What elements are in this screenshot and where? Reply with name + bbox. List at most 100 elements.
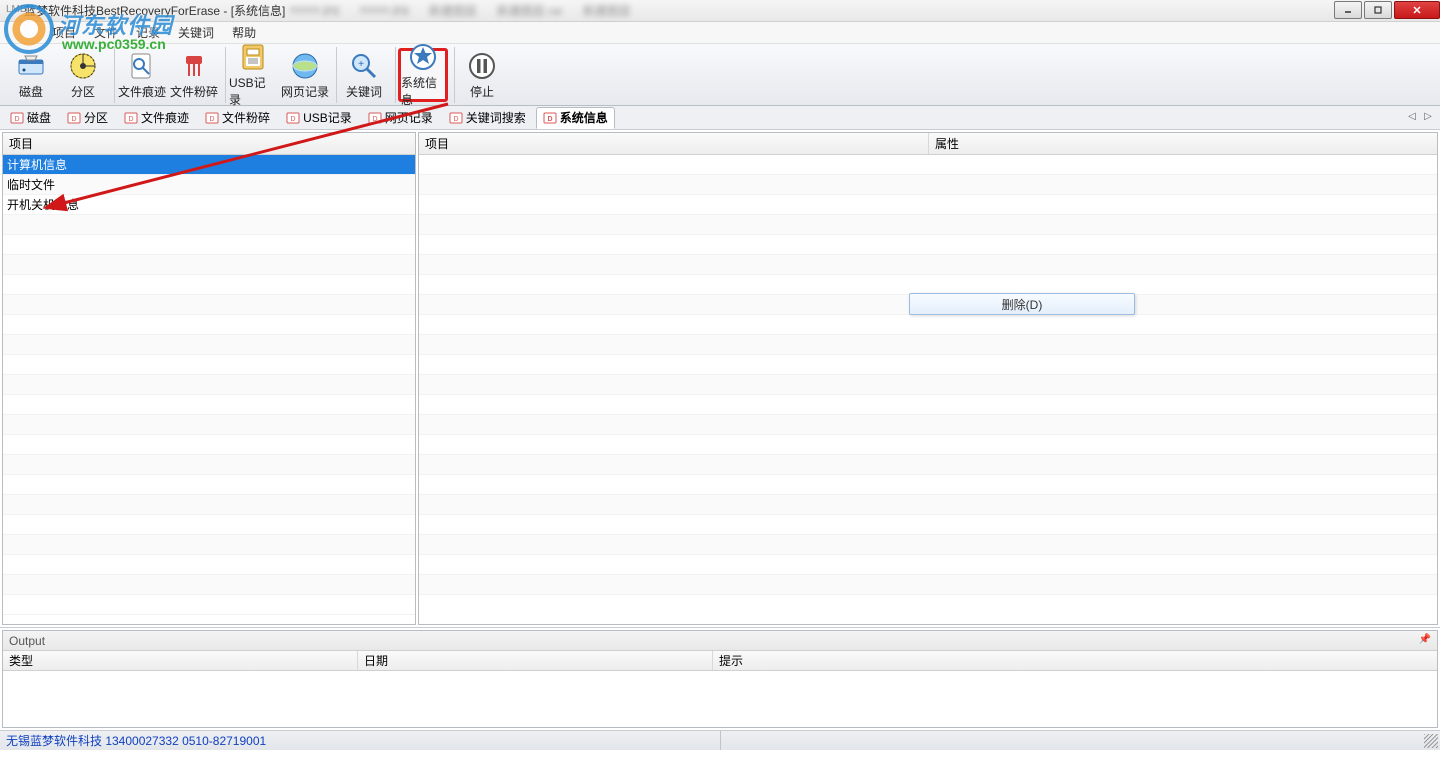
tab-doc-icon: D [449, 112, 463, 124]
list-row-empty [419, 215, 1437, 235]
tab-doc-icon: D [10, 112, 24, 124]
tab-7[interactable]: D系统信息 [536, 107, 615, 129]
list-row-empty [419, 195, 1437, 215]
list-row-empty [3, 355, 415, 375]
tab-nav-next-icon[interactable]: ▷ [1422, 110, 1434, 122]
trace-icon [126, 50, 158, 82]
toolbar-web-label: 网页记录 [281, 83, 329, 100]
tab-6[interactable]: D关键词搜索 [443, 107, 532, 129]
list-row-empty [419, 575, 1437, 595]
web-icon [289, 50, 321, 82]
output-col-date: 日期 [358, 651, 713, 670]
list-row-empty [419, 275, 1437, 295]
right-pane: 项目 属性 删除(D) [418, 132, 1438, 625]
tab-1[interactable]: D 分区 [61, 107, 114, 129]
menu-item-help[interactable]: 帮助 [224, 22, 264, 43]
tab-label: 网页记录 [385, 109, 433, 126]
toolbar-keyword-label: 关键词 [346, 83, 382, 100]
minimize-button[interactable] [1334, 1, 1362, 19]
tab-label: USB记录 [303, 109, 352, 126]
pin-icon[interactable]: 📌 [1419, 634, 1431, 645]
left-column-header[interactable]: 项目 [3, 133, 415, 155]
list-row-empty [3, 575, 415, 595]
svg-text:+: + [358, 59, 364, 70]
right-list[interactable] [419, 155, 1437, 624]
output-col-type: 类型 [3, 651, 358, 670]
partition-icon [67, 50, 99, 82]
list-row-empty [419, 495, 1437, 515]
context-menu-delete[interactable]: 删除(D) [909, 293, 1135, 315]
tab-label: 分区 [84, 109, 108, 126]
output-columns[interactable]: 类型 日期 提示 [3, 651, 1437, 671]
list-row-empty [3, 535, 415, 555]
left-list-item[interactable]: 临时文件 [3, 175, 415, 195]
menu-item-project[interactable]: 项目 [44, 22, 84, 43]
keyword-icon: + [348, 50, 380, 82]
list-row-empty [3, 415, 415, 435]
list-row-empty [419, 155, 1437, 175]
list-row-empty [419, 315, 1437, 335]
list-row-empty [3, 435, 415, 455]
toolbar-shred-button[interactable]: 文件粉碎 [169, 48, 219, 102]
list-row-empty [3, 275, 415, 295]
toolbar-sysinfo-button[interactable]: 系统信息 [398, 48, 448, 102]
tab-label: 文件痕迹 [141, 109, 189, 126]
tab-nav-prev-icon[interactable]: ◁ [1406, 110, 1418, 122]
svg-text:D: D [291, 116, 296, 123]
toolbar-keyword-button[interactable]: + 关键词 [339, 48, 389, 102]
menu-item-record[interactable]: 记录 [128, 22, 168, 43]
menu-item-file[interactable]: 文件 [86, 22, 126, 43]
tab-3[interactable]: D文件粉碎 [199, 107, 276, 129]
tab-label: 关键词搜索 [466, 109, 526, 126]
list-row-empty [3, 295, 415, 315]
toolbar-trace-button[interactable]: 文件痕迹 [117, 48, 167, 102]
list-row-empty [3, 235, 415, 255]
status-bar: 无锡蓝梦软件科技 13400027332 0510-82719001 [0, 730, 1440, 750]
toolbar-web-button[interactable]: 网页记录 [280, 48, 330, 102]
toolbar-stop-button[interactable]: 停止 [457, 48, 507, 102]
resize-grip-icon[interactable] [1424, 734, 1438, 748]
tab-doc-icon: D [543, 112, 557, 124]
app-icon: LMB [6, 4, 20, 18]
list-row-empty [3, 455, 415, 475]
output-panel: Output 📌 类型 日期 提示 [2, 630, 1438, 728]
menu-item-keyword[interactable]: 关键词 [170, 22, 222, 43]
toolbar-usb-button[interactable]: USB记录 [228, 48, 278, 102]
tab-2[interactable]: D文件痕迹 [118, 107, 195, 129]
left-pane: 项目 计算机信息临时文件开机关机信息 [2, 132, 416, 625]
list-row-empty [3, 375, 415, 395]
status-text: 无锡蓝梦软件科技 13400027332 0510-82719001 [6, 732, 266, 749]
left-list[interactable]: 计算机信息临时文件开机关机信息 [3, 155, 415, 624]
right-column-header[interactable]: 项目 属性 [419, 133, 1437, 155]
list-row-empty [419, 355, 1437, 375]
close-button[interactable] [1394, 1, 1440, 19]
toolbar-partition-button[interactable]: 分区 [58, 48, 108, 102]
sysinfo-icon [407, 41, 439, 73]
toolbar: 磁盘分区文件痕迹文件粉碎USB记录网页记录+关键词系统信息停止 [0, 44, 1440, 106]
tab-doc-icon: D [286, 112, 300, 124]
toolbar-disk-label: 磁盘 [19, 83, 43, 100]
list-row-empty [3, 515, 415, 535]
toolbar-usb-label: USB记录 [229, 74, 277, 108]
svg-text:D: D [71, 116, 76, 123]
left-list-item[interactable]: 计算机信息 [3, 155, 415, 175]
menu-bar: 项目 文件 记录 关键词 帮助 [0, 22, 1440, 44]
list-row-empty [3, 555, 415, 575]
maximize-button[interactable] [1364, 1, 1392, 19]
tab-0[interactable]: D磁盘 [4, 107, 57, 129]
left-list-item[interactable]: 开机关机信息 [3, 195, 415, 215]
tab-label: 文件粉碎 [222, 109, 270, 126]
tab-5[interactable]: D网页记录 [362, 107, 439, 129]
list-row-empty [419, 535, 1437, 555]
tab-doc-icon: D [205, 112, 219, 124]
list-row-empty [419, 335, 1437, 355]
main-area: 项目 计算机信息临时文件开机关机信息 项目 属性 删除(D) [0, 130, 1440, 628]
svg-text:D: D [547, 116, 552, 123]
toolbar-sysinfo-label: 系统信息 [401, 74, 445, 108]
tab-4[interactable]: D USB记录 [280, 107, 358, 129]
toolbar-disk-button[interactable]: 磁盘 [6, 48, 56, 102]
list-row-empty [3, 475, 415, 495]
toolbar-stop-label: 停止 [470, 83, 494, 100]
output-body[interactable] [3, 671, 1437, 727]
list-row-empty [419, 255, 1437, 275]
